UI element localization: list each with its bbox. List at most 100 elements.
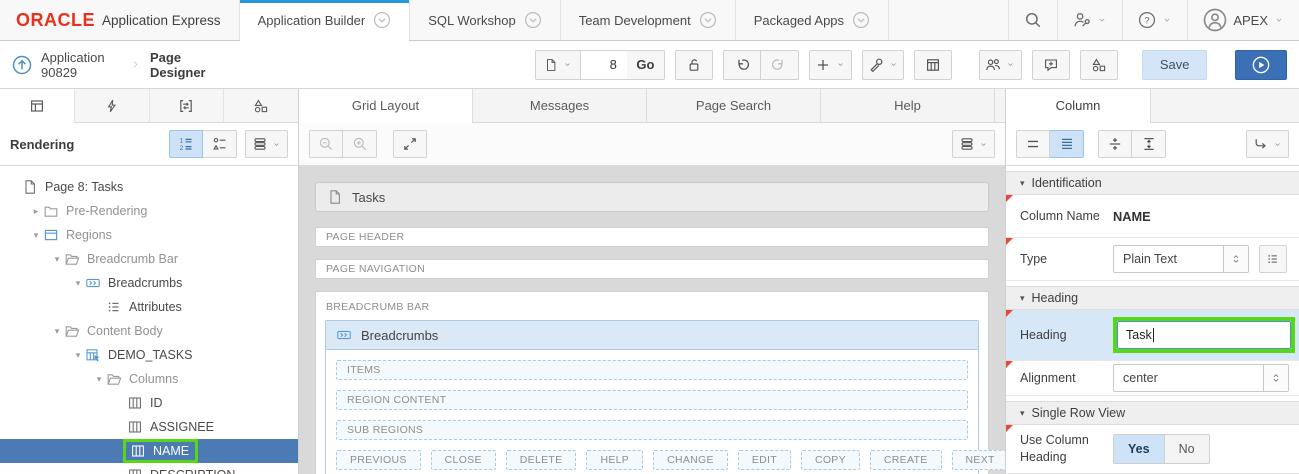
slot-page-header[interactable]: PAGE HEADER xyxy=(315,227,989,247)
tree-item-content-body[interactable]: ▾ Content Body xyxy=(0,319,298,343)
tab-page-search[interactable]: Page Search xyxy=(647,89,821,122)
select-spinner-icon[interactable] xyxy=(1223,246,1248,272)
page-select-button[interactable] xyxy=(534,49,581,80)
section-heading-header[interactable]: ▾ Heading xyxy=(1006,286,1299,310)
tree-item-assignee[interactable]: ASSIGNEE xyxy=(0,415,298,439)
search-button[interactable] xyxy=(1008,0,1057,40)
property-row-type: Type Plain Text xyxy=(1006,238,1299,281)
redo-button[interactable] xyxy=(760,49,799,80)
show-all-button[interactable] xyxy=(1050,130,1084,158)
toggle-option-no[interactable]: No xyxy=(1165,435,1209,463)
tree-item-breadcrumbs[interactable]: ▾ Breadcrumbs xyxy=(0,271,298,295)
region-slots: ITEMS REGION CONTENT SUB REGIONS xyxy=(336,360,968,440)
create-menu-button[interactable] xyxy=(808,49,852,80)
expand-arrow-icon[interactable]: ▾ xyxy=(71,350,85,361)
lock-button[interactable] xyxy=(674,49,713,80)
type-list-of-values-button[interactable] xyxy=(1259,245,1287,273)
tree-item-attributes[interactable]: Attributes xyxy=(0,295,298,319)
tab-help[interactable]: Help xyxy=(821,89,995,122)
section-single-row-view-header[interactable]: ▾ Single Row View xyxy=(1006,401,1299,425)
utilities-menu-button[interactable] xyxy=(861,49,905,80)
display-options-button[interactable] xyxy=(245,130,288,158)
tree-item-breadcrumb-bar[interactable]: ▾ Breadcrumb Bar xyxy=(0,247,298,271)
expand-arrow-icon[interactable]: ▾ xyxy=(29,230,43,241)
tree-item-regions[interactable]: ▾ Regions xyxy=(0,223,298,247)
section-identification-header[interactable]: ▾ Identification xyxy=(1006,171,1299,195)
breadcrumbs-region[interactable]: Breadcrumbs ITEMS REGION CONTENT SUB REGIO… xyxy=(325,320,1005,474)
region-slot-region-content[interactable]: REGION CONTENT xyxy=(336,390,968,410)
save-button[interactable]: Save xyxy=(1141,49,1208,80)
expand-arrow-icon[interactable]: ▸ xyxy=(29,206,43,217)
tree-item-label: Breadcrumb Bar xyxy=(87,252,179,266)
expand-all-button[interactable] xyxy=(1132,130,1166,158)
breadcrumb-application[interactable]: Application 90829 xyxy=(41,50,121,80)
expand-arrow-icon[interactable]: ▾ xyxy=(71,278,85,289)
tree-item-id[interactable]: ID xyxy=(0,391,298,415)
order-by-type-button[interactable] xyxy=(203,130,237,158)
admin-user-wrench-icon xyxy=(1073,11,1091,29)
button-position-help[interactable]: HELP xyxy=(586,450,644,470)
help-menu[interactable] xyxy=(1122,0,1187,40)
button-position-close[interactable]: CLOSE xyxy=(430,450,496,470)
button-position-previous[interactable]: PREVIOUS xyxy=(336,450,421,470)
undo-button[interactable] xyxy=(722,49,761,80)
up-to-application-icon[interactable] xyxy=(12,55,32,75)
tab-shared-components[interactable] xyxy=(224,89,298,122)
tree-item-columns[interactable]: ▾ Columns xyxy=(0,367,298,391)
tab-messages[interactable]: Messages xyxy=(473,89,647,122)
tab-column[interactable]: Column xyxy=(1006,89,1151,123)
add-comment-button[interactable] xyxy=(1031,49,1070,80)
heading-input[interactable]: Task xyxy=(1117,321,1291,349)
button-position-change[interactable]: CHANGE xyxy=(653,450,728,470)
nav-tab-packaged-apps[interactable]: Packaged Apps xyxy=(736,0,890,40)
expand-layout-button[interactable] xyxy=(393,130,427,158)
folder-open-icon xyxy=(106,371,122,387)
button-position-edit[interactable]: EDIT xyxy=(737,450,791,470)
button-position-delete[interactable]: DELETE xyxy=(505,450,577,470)
button-position-next[interactable]: NEXT xyxy=(951,450,1005,470)
nav-tab-sql-workshop[interactable]: SQL Workshop xyxy=(410,0,561,40)
region-slot-items[interactable]: ITEMS xyxy=(336,360,968,380)
page-number-field[interactable]: 8 xyxy=(580,49,627,80)
zoom-in-button[interactable] xyxy=(343,130,377,158)
slot-page-navigation[interactable]: PAGE NAVIGATION xyxy=(315,259,989,279)
nav-tab-application-builder[interactable]: Application Builder xyxy=(238,0,411,41)
layout-display-options-button[interactable] xyxy=(952,130,995,158)
toggle-option-yes[interactable]: Yes xyxy=(1114,434,1165,463)
rendering-title: Rendering xyxy=(10,136,75,152)
type-select[interactable]: Plain Text xyxy=(1113,245,1249,273)
zoom-out-button[interactable] xyxy=(309,130,343,158)
numbered-list-icon xyxy=(178,136,194,152)
tab-rendering[interactable] xyxy=(0,89,75,123)
go-button[interactable]: Go xyxy=(626,49,665,80)
tab-grid-layout[interactable]: Grid Layout xyxy=(299,89,473,123)
run-page-button[interactable] xyxy=(1235,49,1288,80)
team-dev-menu-button[interactable] xyxy=(979,49,1022,80)
tree-item-page-8-tasks[interactable]: Page 8: Tasks xyxy=(0,175,298,199)
breadcrumbs-region-header[interactable]: Breadcrumbs xyxy=(326,321,978,350)
page-templates-button[interactable] xyxy=(914,49,953,80)
go-to-component-button[interactable] xyxy=(1246,130,1289,158)
button-position-create[interactable]: CREATE xyxy=(869,450,942,470)
expand-arrow-icon[interactable]: ▾ xyxy=(50,326,64,337)
tree-item-name[interactable]: NAME xyxy=(0,439,298,463)
nav-tab-team-development[interactable]: Team Development xyxy=(561,0,736,40)
tree-item-demo-tasks[interactable]: ▾ DEMO_TASKS xyxy=(0,343,298,367)
alignment-select[interactable]: center xyxy=(1113,364,1289,392)
button-position-copy[interactable]: COPY xyxy=(800,450,860,470)
administration-menu[interactable] xyxy=(1057,0,1122,40)
tree-item-description[interactable]: DESCRIPTION xyxy=(0,463,298,474)
shared-components-button[interactable] xyxy=(1079,49,1118,80)
select-spinner-icon[interactable] xyxy=(1263,365,1288,391)
account-menu[interactable]: APEX xyxy=(1187,0,1299,40)
region-slot-sub-regions[interactable]: SUB REGIONS xyxy=(336,420,968,440)
show-common-button[interactable] xyxy=(1016,130,1050,158)
tab-processing[interactable] xyxy=(150,89,225,122)
tree-item-pre-rendering[interactable]: ▸ Pre-Rendering xyxy=(0,199,298,223)
tab-dynamic-actions[interactable] xyxy=(75,89,150,122)
expand-arrow-icon[interactable]: ▾ xyxy=(50,254,64,265)
collapse-all-button[interactable] xyxy=(1098,130,1132,158)
order-by-sequence-button[interactable] xyxy=(169,130,203,158)
page-title-box[interactable]: Tasks xyxy=(315,182,989,212)
expand-arrow-icon[interactable]: ▾ xyxy=(92,374,106,385)
